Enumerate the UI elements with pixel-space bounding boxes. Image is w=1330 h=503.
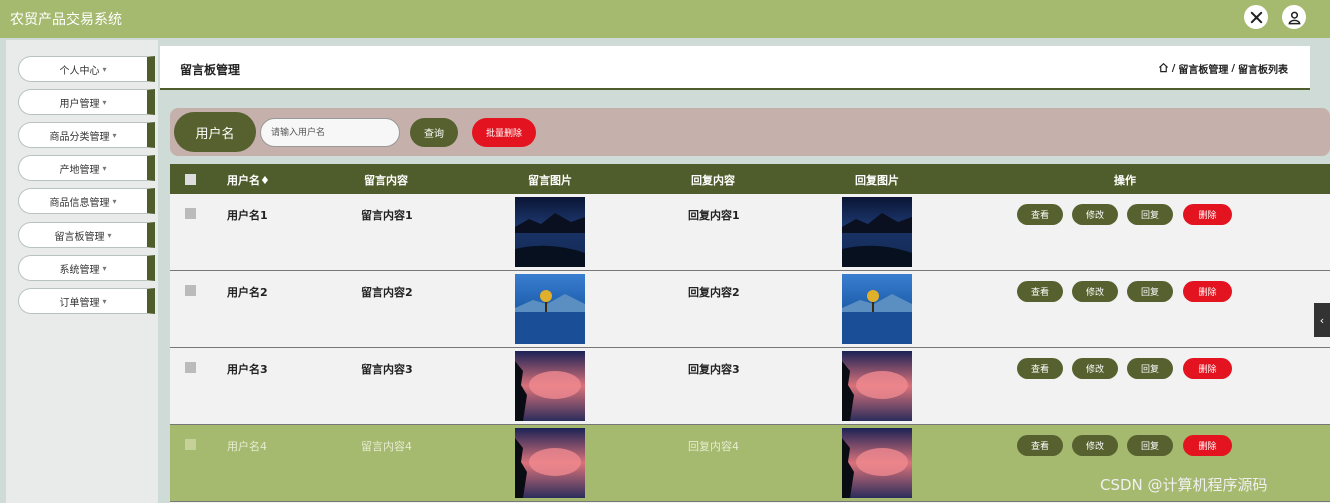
chevron-down-icon: ▾ [112,130,117,140]
edit-button[interactable]: 修改 [1072,358,1118,379]
cell-username: 用户名2 [227,286,268,299]
breadcrumb: / 留言板管理 / 留言板列表 [1158,61,1288,76]
view-button[interactable]: 查看 [1017,204,1063,225]
sidebar-item-products[interactable]: 商品信息管理 ▾ [18,188,155,214]
row-checkbox[interactable] [185,285,196,296]
edit-button[interactable]: 修改 [1072,204,1118,225]
chevron-down-icon: ▾ [102,296,107,306]
message-image[interactable] [515,197,585,267]
reply-button[interactable]: 回复 [1127,358,1173,379]
cell-reply: 回复内容2 [688,286,740,299]
table-row: 用户名2 留言内容2 回复内容2 查看 修改 回复 删除 [170,271,1330,348]
breadcrumb-separator: / [1231,63,1235,74]
user-icon[interactable] [1282,5,1306,29]
chevron-down-icon: ▾ [102,263,107,273]
message-image[interactable] [515,351,585,421]
sidebar-item-users[interactable]: 用户管理 ▾ [18,89,155,115]
query-button[interactable]: 查询 [410,118,458,147]
sidebar-item-label: 产地管理 [59,164,100,176]
message-image[interactable] [515,274,585,344]
cell-reply: 回复内容4 [688,440,739,453]
sidebar-item-system[interactable]: 系统管理 ▾ [18,255,155,281]
page-header: 留言板管理 / 留言板管理 / 留言板列表 [160,46,1310,90]
cell-content: 留言内容4 [361,440,412,453]
reply-button[interactable]: 回复 [1127,281,1173,302]
cell-username: 用户名1 [227,209,268,222]
breadcrumb-item[interactable]: 留言板管理 [1178,61,1228,76]
header-image: 留言图片 [528,174,572,187]
delete-button[interactable]: 删除 [1183,358,1232,379]
header-content: 留言内容 [364,174,408,187]
top-bar: 农贸产品交易系统 [0,0,1330,38]
sidebar-item-personal-center[interactable]: 个人中心 ▾ [18,56,155,82]
reply-button[interactable]: 回复 [1127,435,1173,456]
table-row: 用户名3 留言内容3 回复内容3 查看 修改 回复 删除 [170,348,1330,425]
edit-button[interactable]: 修改 [1072,281,1118,302]
chevron-down-icon: ▾ [102,97,107,107]
sidebar-item-label: 订单管理 [59,297,100,309]
reply-image[interactable] [842,274,912,344]
chevron-down-icon: ▾ [112,196,117,206]
cell-username: 用户名4 [227,440,267,453]
breadcrumb-item: 留言板列表 [1238,65,1288,76]
sidebar-item-label: 用户管理 [59,98,100,110]
view-button[interactable]: 查看 [1017,435,1063,456]
home-icon[interactable] [1158,62,1169,76]
search-label: 用户名 [174,112,256,152]
sidebar-item-label: 个人中心 [59,65,100,77]
table-row: 用户名1 留言内容1 回复内容1 查看 修改 回复 删除 [170,194,1330,271]
delete-button[interactable]: 删除 [1183,435,1232,456]
cell-reply: 回复内容1 [688,209,740,222]
sidebar-item-label: 系统管理 [59,264,100,276]
app-title: 农贸产品交易系统 [10,12,122,28]
header-username[interactable]: 用户名♦ [227,172,270,188]
sidebar-item-label: 商品信息管理 [49,197,110,209]
cell-content: 留言内容2 [361,286,413,299]
collapse-panel-toggle[interactable]: ‹ [1314,303,1330,337]
reply-button[interactable]: 回复 [1127,204,1173,225]
sidebar-item-origins[interactable]: 产地管理 ▾ [18,155,155,181]
delete-button[interactable]: 删除 [1183,204,1232,225]
username-search-input[interactable] [260,118,400,147]
header-actions: 操作 [1114,174,1136,187]
main-content: 留言板管理 / 留言板管理 / 留言板列表 用户名 查询 批量删除 用户名♦ 留… [160,40,1330,503]
delete-button[interactable]: 删除 [1183,281,1232,302]
cell-username: 用户名3 [227,363,268,376]
message-table: 用户名♦ 留言内容 留言图片 回复内容 回复图片 操作 用户名1 留言内容1 回… [170,164,1330,503]
close-x-icon[interactable] [1244,5,1268,29]
row-checkbox[interactable] [185,439,196,450]
breadcrumb-separator: / [1171,63,1176,74]
edit-button[interactable]: 修改 [1072,435,1118,456]
reply-image[interactable] [842,197,912,267]
chevron-down-icon: ▾ [102,64,107,74]
chevron-down-icon: ▾ [102,163,107,173]
chevron-down-icon: ▾ [107,230,112,240]
watermark: CSDN @计算机程序源码 [1100,476,1268,494]
search-bar: 用户名 查询 批量删除 [170,108,1330,156]
table-header: 用户名♦ 留言内容 留言图片 回复内容 回复图片 操作 [170,164,1330,194]
sidebar-item-categories[interactable]: 商品分类管理 ▾ [18,122,155,148]
sidebar-item-orders[interactable]: 订单管理 ▾ [18,288,155,314]
page-title: 留言板管理 [180,63,241,77]
cell-content: 留言内容1 [361,209,413,222]
select-all-checkbox[interactable] [185,174,196,185]
header-reply: 回复内容 [691,174,735,187]
reply-image[interactable] [842,351,912,421]
sidebar-item-message-board[interactable]: 留言板管理 ▾ [18,222,155,248]
sidebar-item-label: 留言板管理 [54,231,105,243]
view-button[interactable]: 查看 [1017,281,1063,302]
view-button[interactable]: 查看 [1017,358,1063,379]
sidebar-item-label: 商品分类管理 [49,131,110,143]
reply-image[interactable] [842,428,912,498]
row-checkbox[interactable] [185,362,196,373]
message-image[interactable] [515,428,585,498]
cell-content: 留言内容3 [361,363,413,376]
row-checkbox[interactable] [185,208,196,219]
batch-delete-button[interactable]: 批量删除 [472,118,536,147]
header-reply-image: 回复图片 [855,174,899,187]
sidebar: 个人中心 ▾ 用户管理 ▾ 商品分类管理 ▾ 产地管理 ▾ 商品信息管理 ▾ 留言板管理 ▾… [6,40,158,503]
cell-reply: 回复内容3 [688,363,740,376]
